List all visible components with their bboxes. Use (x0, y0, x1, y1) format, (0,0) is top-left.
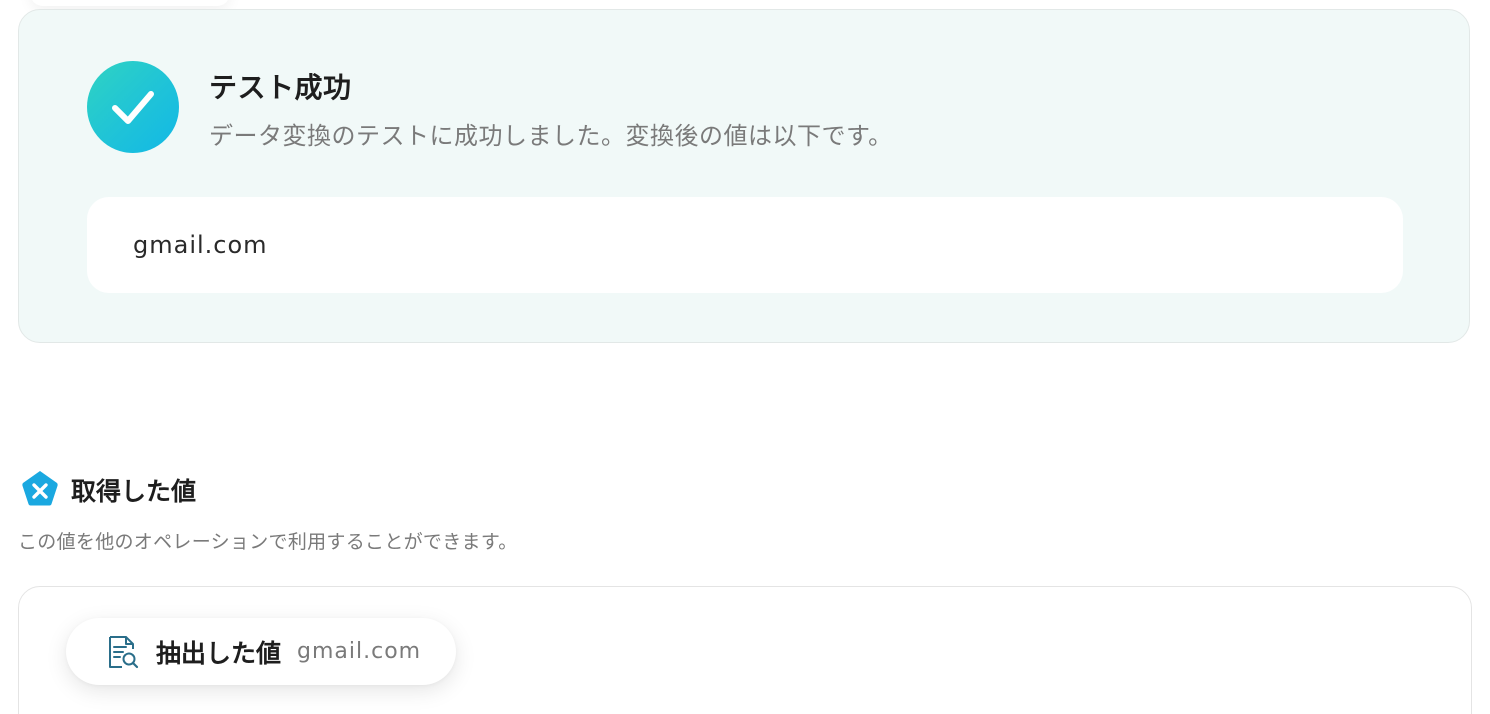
section-description: この値を他のオペレーションで利用することができます。 (18, 531, 518, 553)
chip-value: gmail.com (297, 639, 422, 664)
success-check-icon (87, 61, 179, 153)
success-title: テスト成功 (209, 71, 352, 104)
success-panel: テスト成功 データ変換のテストに成功しました。変換後の値は以下です。 gmail… (18, 9, 1470, 343)
result-value: gmail.com (133, 231, 268, 259)
result-value-box: gmail.com (87, 197, 1403, 293)
section-title: 取得した値 (71, 477, 197, 506)
top-card-edge (30, 0, 230, 6)
extracted-value-chip[interactable]: 抽出した値 gmail.com (66, 618, 456, 685)
page: テスト成功 データ変換のテストに成功しました。変換後の値は以下です。 gmail… (0, 0, 1490, 714)
success-description: データ変換のテストに成功しました。変換後の値は以下です。 (209, 122, 893, 150)
variable-pentagon-icon (20, 469, 60, 509)
document-search-icon (106, 635, 140, 669)
chip-label: 抽出した値 (156, 638, 282, 668)
